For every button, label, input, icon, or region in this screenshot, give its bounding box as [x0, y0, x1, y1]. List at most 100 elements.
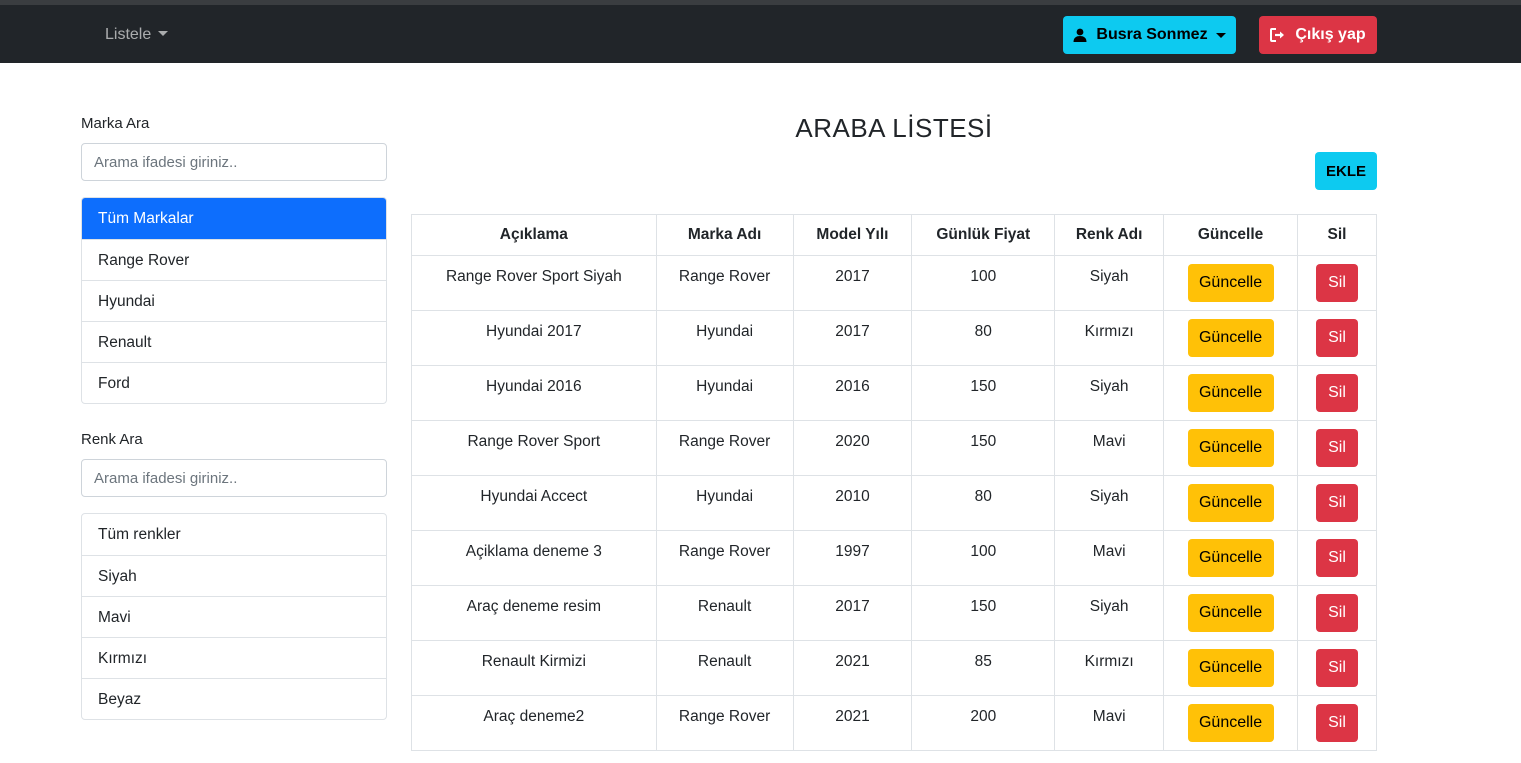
brand-item-renault[interactable]: Renault	[82, 321, 386, 362]
cell-price: 200	[911, 695, 1056, 751]
update-button[interactable]: Güncelle	[1187, 319, 1274, 357]
cell-color: Kırmızı	[1054, 310, 1165, 366]
cell-color: Mavi	[1054, 695, 1165, 751]
update-button[interactable]: Güncelle	[1187, 649, 1274, 687]
table-row: Range Rover Sport Siyah Range Rover 2017 10…	[411, 255, 1377, 311]
table-header-row: Açıklama Marka Adı Model Yılı Günlük Fiy…	[411, 214, 1377, 256]
cell-color: Mavi	[1054, 530, 1165, 586]
cell-year: 1997	[792, 530, 913, 586]
delete-button[interactable]: Sil	[1316, 539, 1358, 577]
brand-item-all[interactable]: Tüm Markalar	[82, 198, 386, 239]
cell-year: 2021	[792, 640, 913, 696]
logout-label: Çıkış yap	[1295, 26, 1366, 43]
car-table: Açıklama Marka Adı Model Yılı Günlük Fiy…	[411, 214, 1377, 751]
caret-down-icon	[158, 31, 169, 36]
cell-brand: Hyundai	[655, 475, 794, 531]
cell-update: Güncelle	[1163, 255, 1298, 311]
update-button[interactable]: Güncelle	[1187, 264, 1274, 302]
brand-item-hyundai[interactable]: Hyundai	[82, 280, 386, 321]
table-row: Renault Kirmizi Renault 2021 85 Kırmızı Günce…	[411, 640, 1377, 696]
cell-update: Güncelle	[1163, 585, 1298, 641]
cell-year: 2020	[792, 420, 913, 476]
update-button[interactable]: Güncelle	[1187, 374, 1274, 412]
cell-color: Siyah	[1054, 255, 1165, 311]
color-search-input[interactable]	[81, 459, 387, 497]
navbar: Listele Busra Sonmez Çıkış yap	[0, 5, 1521, 63]
cell-year: 2017	[792, 310, 913, 366]
cell-description: Açiklama deneme 3	[411, 530, 657, 586]
delete-button[interactable]: Sil	[1316, 704, 1358, 742]
brand-search-input[interactable]	[81, 143, 387, 181]
delete-button[interactable]: Sil	[1316, 594, 1358, 632]
delete-button[interactable]: Sil	[1316, 264, 1358, 302]
table-row: Araç deneme resim Renault 2017 150 Siyah Günc…	[411, 585, 1377, 641]
color-item-red[interactable]: Kırmızı	[82, 637, 386, 678]
column-header-update: Güncelle	[1163, 214, 1298, 256]
color-item-black[interactable]: Siyah	[82, 555, 386, 596]
update-button[interactable]: Güncelle	[1187, 539, 1274, 577]
cell-price: 150	[911, 365, 1056, 421]
user-icon	[1073, 28, 1087, 42]
brand-item-range-rover[interactable]: Range Rover	[82, 239, 386, 280]
list-menu-dropdown[interactable]: Listele	[105, 5, 169, 63]
delete-button[interactable]: Sil	[1316, 374, 1358, 412]
cell-color: Siyah	[1054, 585, 1165, 641]
delete-button[interactable]: Sil	[1316, 429, 1358, 467]
column-header-description: Açıklama	[411, 214, 657, 256]
color-list: Tüm renkler Siyah Mavi Kırmızı Beyaz	[81, 513, 387, 720]
delete-button[interactable]: Sil	[1316, 484, 1358, 522]
cell-description: Araç deneme resim	[411, 585, 657, 641]
color-item-blue[interactable]: Mavi	[82, 596, 386, 637]
cell-update: Güncelle	[1163, 695, 1298, 751]
user-menu-button[interactable]: Busra Sonmez	[1063, 16, 1236, 54]
cell-brand: Range Rover	[655, 695, 794, 751]
cell-color: Mavi	[1054, 420, 1165, 476]
cell-year: 2017	[792, 255, 913, 311]
cell-brand: Renault	[655, 585, 794, 641]
logout-icon	[1270, 28, 1285, 42]
update-button[interactable]: Güncelle	[1187, 594, 1274, 632]
update-button[interactable]: Güncelle	[1187, 704, 1274, 742]
cell-delete: Sil	[1297, 255, 1377, 311]
cell-color: Siyah	[1054, 365, 1165, 421]
cell-year: 2017	[792, 585, 913, 641]
cell-update: Güncelle	[1163, 365, 1298, 421]
delete-button[interactable]: Sil	[1316, 319, 1358, 357]
page-title: ARABA LİSTESİ	[795, 113, 993, 143]
cell-price: 100	[911, 255, 1056, 311]
cell-delete: Sil	[1297, 640, 1377, 696]
delete-button[interactable]: Sil	[1316, 649, 1358, 687]
table-row: Araç deneme2 Range Rover 2021 200 Mavi Güncel…	[411, 695, 1377, 751]
update-button[interactable]: Güncelle	[1187, 429, 1274, 467]
cell-year: 2016	[792, 365, 913, 421]
cell-year: 2010	[792, 475, 913, 531]
color-search-label: Renk Ara	[81, 431, 143, 448]
brand-list: Tüm Markalar Range Rover Hyundai Renault…	[81, 197, 387, 404]
cell-price: 150	[911, 420, 1056, 476]
cell-update: Güncelle	[1163, 640, 1298, 696]
cell-delete: Sil	[1297, 530, 1377, 586]
column-header-year: Model Yılı	[792, 214, 913, 256]
cell-update: Güncelle	[1163, 310, 1298, 366]
cell-update: Güncelle	[1163, 530, 1298, 586]
logout-button[interactable]: Çıkış yap	[1259, 16, 1377, 54]
color-item-white[interactable]: Beyaz	[82, 678, 386, 719]
cell-description: Hyundai 2016	[411, 365, 657, 421]
brand-search-label: Marka Ara	[81, 115, 150, 132]
cell-color: Kırmızı	[1054, 640, 1165, 696]
cell-brand: Hyundai	[655, 365, 794, 421]
table-row: Range Rover Sport Range Rover 2020 150 Mavi G…	[411, 420, 1377, 476]
cell-description: Hyundai Accect	[411, 475, 657, 531]
add-car-button[interactable]: EKLE	[1315, 152, 1377, 190]
caret-down-icon	[1215, 32, 1226, 38]
cell-delete: Sil	[1297, 420, 1377, 476]
cell-year: 2021	[792, 695, 913, 751]
cell-description: Hyundai 2017	[411, 310, 657, 366]
cell-brand: Range Rover	[655, 255, 794, 311]
brand-item-ford[interactable]: Ford	[82, 362, 386, 403]
cell-description: Renault Kirmizi	[411, 640, 657, 696]
list-menu-label: Listele	[105, 26, 152, 43]
cell-price: 80	[911, 475, 1056, 531]
update-button[interactable]: Güncelle	[1187, 484, 1274, 522]
color-item-all[interactable]: Tüm renkler	[82, 514, 386, 555]
